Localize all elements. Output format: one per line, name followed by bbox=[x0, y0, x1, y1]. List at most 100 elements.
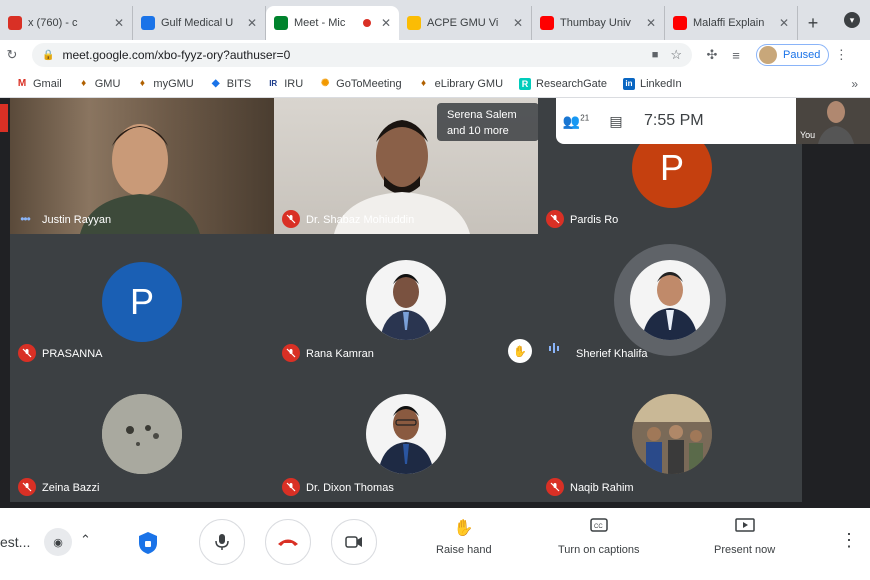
extensions-icon[interactable]: ✣ bbox=[700, 47, 724, 63]
overflow-participants[interactable]: Serena Salem and 10 more bbox=[437, 103, 539, 141]
participant-name: Sherief Khalifa bbox=[576, 348, 648, 360]
youtube-favicon-icon bbox=[540, 16, 554, 30]
bookmark-gotomeeting[interactable]: ✺ GoToMeeting bbox=[319, 77, 402, 90]
profile-photo bbox=[632, 394, 712, 474]
browser-toolbar: ↻ 🔒 meet.google.com/xbo-fyyz-ory?authuse… bbox=[0, 40, 870, 70]
svg-text:CC: CC bbox=[594, 524, 603, 530]
shield-icon[interactable] bbox=[134, 528, 162, 558]
recording-dot-icon bbox=[362, 19, 371, 27]
meeting-code[interactable]: est... bbox=[0, 534, 30, 550]
hand-icon: ✋ bbox=[453, 520, 474, 537]
captions-icon: CC bbox=[590, 518, 608, 540]
browser-tab[interactable]: ACPE GMU Vi ✕ bbox=[399, 6, 532, 40]
end-call-icon bbox=[278, 539, 298, 546]
browser-tab[interactable]: Malaffi Explain ✕ bbox=[665, 6, 798, 40]
tab-title: x (760) - c bbox=[28, 17, 78, 29]
avatar bbox=[366, 260, 446, 340]
participant-tile[interactable]: ••• Justin Rayyan bbox=[10, 98, 274, 234]
more-options-icon[interactable]: ⋮ bbox=[840, 530, 858, 551]
meeting-info-bar: 👥21 ▤ 7:55 PM bbox=[556, 98, 796, 144]
meeting-time: 7:55 PM bbox=[644, 112, 704, 129]
bookmark-elibrary[interactable]: ♦ eLibrary GMU bbox=[418, 78, 503, 90]
media-queue-icon[interactable]: ≡ bbox=[724, 48, 748, 63]
drive-favicon-icon bbox=[407, 16, 421, 30]
present-icon bbox=[734, 518, 755, 540]
profile-photo bbox=[378, 406, 434, 474]
participant-name: Dr. Shabaz Mohiuddin bbox=[306, 214, 415, 226]
camera-button[interactable] bbox=[331, 519, 377, 565]
captions-label: Turn on captions bbox=[558, 544, 640, 556]
participant-name: Naqib Rahim bbox=[570, 482, 634, 494]
profile-photo bbox=[642, 272, 698, 340]
tab-title: Malaffi Explain bbox=[693, 17, 765, 29]
speaking-indicator-icon bbox=[549, 343, 559, 353]
tab-close-icon[interactable]: ✕ bbox=[646, 16, 656, 30]
lock-icon[interactable]: 🔒 bbox=[42, 50, 54, 61]
meet-controls-bar: est... ◉ ⌃ ✋ Raise hand CC Turn on capti… bbox=[0, 508, 870, 580]
bookmark-gmu[interactable]: ♦ GMU bbox=[78, 78, 120, 90]
participant-name: Zeina Bazzi bbox=[42, 482, 100, 494]
present-now-button[interactable]: Present now bbox=[714, 518, 775, 556]
mic-off-icon bbox=[18, 344, 36, 362]
mic-off-icon bbox=[546, 210, 564, 228]
participant-tile[interactable]: Dr. Dixon Thomas bbox=[274, 368, 538, 502]
profile-status: Paused bbox=[783, 49, 821, 61]
chevron-up-icon[interactable]: ⌃ bbox=[80, 532, 91, 548]
captions-button[interactable]: CC Turn on captions bbox=[558, 518, 640, 556]
tab-strip: x (760) - c ✕ Gulf Medical U ✕ Meet - Mi… bbox=[0, 0, 870, 40]
gmail-icon: M bbox=[17, 77, 27, 89]
overflow-line1: Serena Salem bbox=[447, 109, 517, 121]
linkedin-icon: in bbox=[622, 77, 635, 90]
bookmarks-bar: M Gmail ♦ GMU ♦ myGMU ◆ BITS IR IRU ✺ GoToMeet… bbox=[0, 70, 870, 98]
browser-tab[interactable]: x (760) - c ✕ bbox=[0, 6, 133, 40]
browser-tab-active[interactable]: Meet - Mic ✕ bbox=[266, 6, 399, 40]
profile-button[interactable]: Paused bbox=[756, 44, 830, 66]
people-icon: 👥 bbox=[562, 112, 581, 129]
avatar bbox=[630, 260, 710, 340]
self-label: You bbox=[800, 130, 816, 140]
participant-tile[interactable]: Rana Kamran bbox=[274, 234, 538, 368]
raise-hand-button[interactable]: ✋ Raise hand bbox=[436, 518, 492, 556]
bookmark-bits[interactable]: ◆ BITS bbox=[210, 78, 251, 90]
bookmark-mygmu[interactable]: ♦ myGMU bbox=[136, 78, 194, 90]
bookmark-star-icon[interactable]: ☆ bbox=[670, 47, 682, 63]
tab-close-icon[interactable]: ✕ bbox=[513, 16, 523, 30]
youtube-favicon-icon bbox=[673, 16, 687, 30]
side-indicator bbox=[0, 104, 8, 132]
chat-icon[interactable]: ▤ bbox=[596, 113, 636, 130]
browser-tab[interactable]: Gulf Medical U ✕ bbox=[133, 6, 266, 40]
tab-search-icon[interactable]: ▾ bbox=[844, 12, 860, 28]
self-view-tile[interactable]: You bbox=[796, 98, 870, 144]
browser-tab[interactable]: Thumbay Univ ✕ bbox=[532, 6, 665, 40]
bookmark-linkedin[interactable]: in LinkedIn bbox=[622, 77, 682, 90]
tab-close-icon[interactable]: ✕ bbox=[247, 16, 257, 30]
tab-close-icon[interactable]: ✕ bbox=[779, 16, 789, 30]
bookmark-researchgate[interactable]: R ResearchGate bbox=[519, 77, 607, 90]
address-bar[interactable]: 🔒 meet.google.com/xbo-fyyz-ory?authuser=… bbox=[32, 43, 692, 67]
bookmark-iru[interactable]: IR IRU bbox=[267, 78, 303, 90]
participant-tile[interactable]: P PRASANNA bbox=[10, 234, 274, 368]
bookmarks-overflow-icon[interactable]: » bbox=[851, 77, 858, 91]
mic-off-icon bbox=[546, 478, 564, 496]
people-button[interactable]: 👥21 bbox=[556, 113, 596, 130]
participant-name: Pardis Ro bbox=[570, 214, 619, 226]
participant-tile-speaking[interactable]: Sherief Khalifa bbox=[538, 234, 802, 368]
reload-icon[interactable]: ↻ bbox=[0, 47, 24, 63]
captions-toggle-icon[interactable]: ◉ bbox=[44, 528, 72, 556]
tab-close-icon[interactable]: ✕ bbox=[114, 16, 124, 30]
gotomeeting-icon: ✺ bbox=[320, 77, 330, 89]
microphone-button[interactable] bbox=[199, 519, 245, 565]
camera-in-use-icon[interactable]: ■ bbox=[652, 49, 659, 61]
mic-off-icon bbox=[282, 344, 300, 362]
browser-menu-icon[interactable]: ⋮ bbox=[829, 47, 853, 63]
participant-tile[interactable]: Zeina Bazzi bbox=[10, 368, 274, 502]
tab-close-icon[interactable]: ✕ bbox=[381, 16, 391, 30]
profile-avatar bbox=[759, 46, 777, 64]
raise-hand-label: Raise hand bbox=[436, 544, 492, 556]
new-tab-button[interactable]: + bbox=[798, 6, 828, 40]
participant-name: Justin Rayyan bbox=[42, 214, 112, 226]
end-call-button[interactable] bbox=[265, 519, 311, 565]
bookmark-gmail[interactable]: M Gmail bbox=[16, 78, 62, 90]
participant-tile[interactable]: Naqib Rahim bbox=[538, 368, 802, 502]
mic-off-icon bbox=[282, 210, 300, 228]
